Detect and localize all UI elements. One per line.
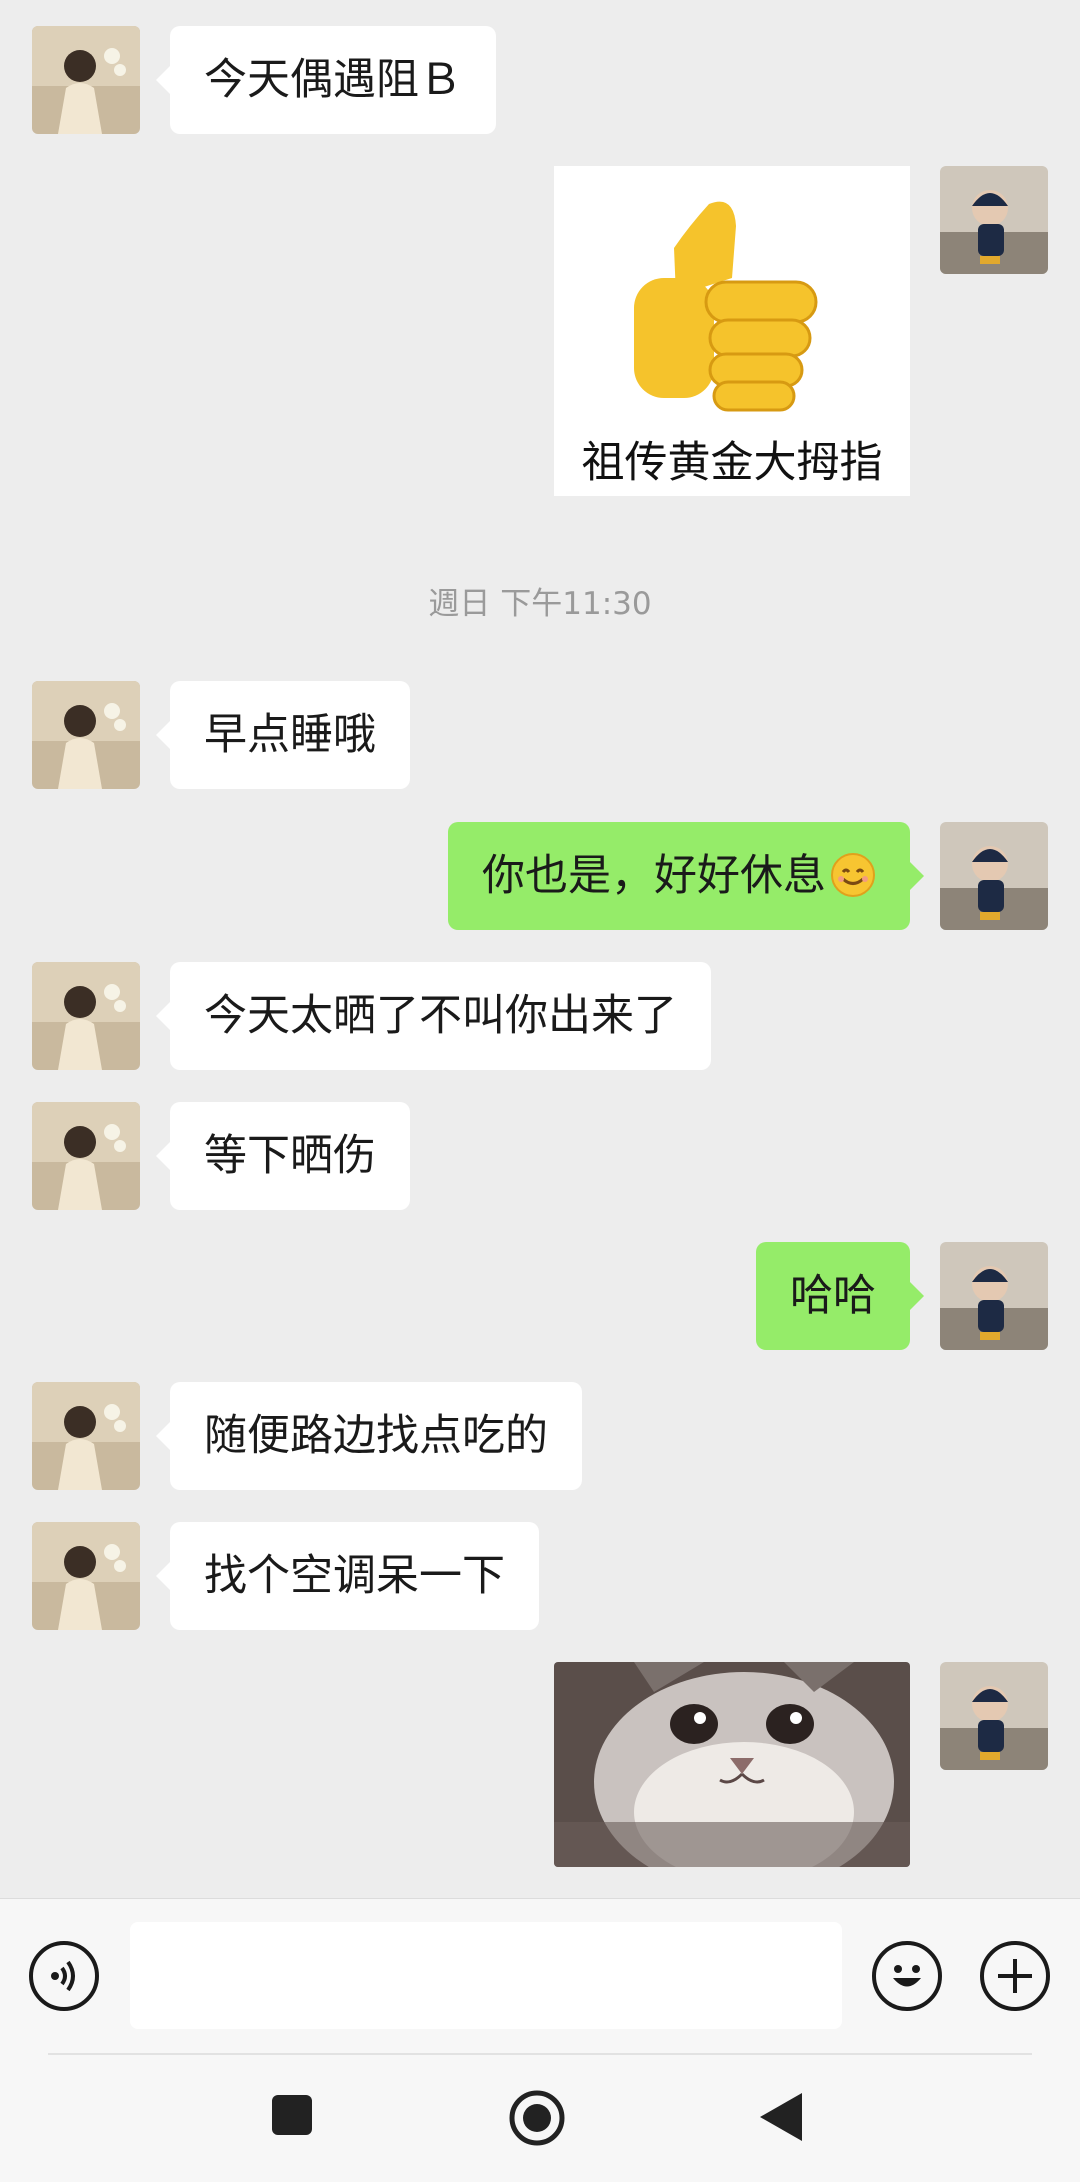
my-avatar[interactable] <box>940 822 1048 930</box>
more-options-button[interactable] <box>980 1941 1050 2011</box>
message-bubble[interactable]: 等下晒伤 <box>156 1102 410 1210</box>
emoji-icon <box>893 1965 921 1987</box>
contact-avatar[interactable] <box>32 26 140 134</box>
smiling-face-emoji-icon <box>831 853 875 897</box>
message-bubble[interactable]: 早点睡哦 <box>156 681 410 789</box>
bar-divider <box>48 2053 1032 2055</box>
my-avatar[interactable] <box>940 1662 1048 1770</box>
cat-photo-message[interactable] <box>554 1662 910 1867</box>
message-bubble[interactable]: 今天太晒了不叫你出来了 <box>156 962 711 1070</box>
thumbs-up-icon <box>634 201 818 412</box>
contact-avatar[interactable] <box>32 1382 140 1490</box>
sticker-message[interactable]: 祖传黄金大拇指 <box>554 166 910 496</box>
message-input[interactable] <box>130 1922 842 2029</box>
sticker-caption: 祖传黄金大拇指 <box>581 438 883 488</box>
message-bubble[interactable]: 你也是，好好休息 <box>448 822 924 930</box>
message-bubble[interactable]: 找个空调呆一下 <box>156 1522 539 1630</box>
back-icon[interactable] <box>758 2091 804 2143</box>
message-bubble[interactable]: 随便路边找点吃的 <box>156 1382 582 1490</box>
voice-input-button[interactable] <box>29 1941 99 2011</box>
chat-input-bar <box>0 1898 1080 2182</box>
my-avatar[interactable] <box>940 166 1048 274</box>
voice-icon <box>51 1960 75 1992</box>
my-avatar[interactable] <box>940 1242 1048 1350</box>
chat-timestamp: 週日 下午11:30 <box>428 586 652 622</box>
emoji-button[interactable] <box>872 1941 942 2011</box>
contact-avatar[interactable] <box>32 1522 140 1630</box>
recent-apps-icon[interactable] <box>270 2093 314 2137</box>
message-bubble[interactable]: 哈哈 <box>756 1242 924 1350</box>
home-icon[interactable] <box>508 2089 566 2147</box>
message-bubble[interactable]: 今天偶遇阻Ｂ <box>156 26 496 134</box>
plus-icon <box>998 1959 1032 1993</box>
contact-avatar[interactable] <box>32 1102 140 1210</box>
message-text: 你也是，好好休息 <box>482 851 826 901</box>
contact-avatar[interactable] <box>32 962 140 1070</box>
cat-photo-image <box>554 1662 910 1867</box>
contact-avatar[interactable] <box>32 681 140 789</box>
